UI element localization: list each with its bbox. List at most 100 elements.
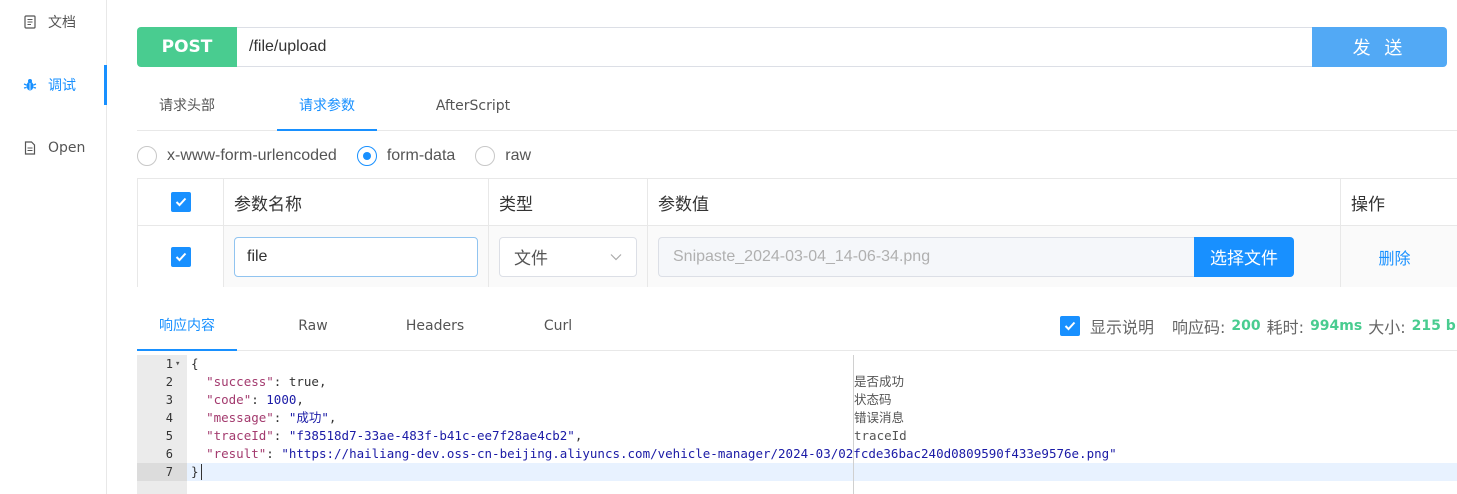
text-cursor [201, 464, 202, 480]
json-comma: , [296, 392, 304, 407]
field-description: traceId [854, 428, 907, 443]
response-code-label: 响应码: [1172, 318, 1226, 337]
radio-circle[interactable] [137, 146, 157, 166]
radio-raw[interactable]: raw [475, 146, 531, 166]
line-number: 7 [137, 463, 187, 481]
response-time-value: 994ms [1310, 318, 1363, 334]
tab-response-content[interactable]: 响应内容 [137, 304, 237, 351]
json-comma: , [318, 374, 327, 389]
line-number: 2 [165, 375, 173, 389]
sidebar-item-docs[interactable]: 文档 [0, 2, 105, 42]
request-tabs: 请求头部 请求参数 AfterScript [137, 85, 1457, 131]
json-value: true [288, 374, 319, 389]
radio-circle[interactable] [475, 146, 496, 166]
param-type-value: 文件 [514, 249, 548, 269]
json-sep: : [266, 446, 282, 461]
code-line: { [191, 355, 199, 373]
radio-form-data[interactable]: form-data [356, 146, 456, 166]
radio-label: form-data [386, 147, 456, 164]
response-tabs: 响应内容 Raw Headers Curl 显示说明 响应码: 200 耗时: … [137, 304, 1457, 351]
json-value: "https://hailiang-dev.oss-cn-beijing.ali… [281, 446, 1117, 461]
delete-link[interactable]: 删除 [1378, 245, 1410, 269]
sidebar: 文档 调试 Open [0, 0, 107, 494]
param-name-cell [224, 226, 489, 287]
tab-request-params[interactable]: 请求参数 [277, 85, 377, 131]
field-description: 状态码 [854, 392, 892, 407]
response-size-value: 215 b [1411, 318, 1456, 334]
code-line: "success": true, [191, 373, 327, 391]
header-actions: 操作 [1351, 194, 1385, 215]
tab-request-headers[interactable]: 请求头部 [137, 85, 237, 131]
show-description-label: 显示说明 [1090, 318, 1155, 337]
code-line: "code": 1000, [191, 391, 304, 409]
tab-after-script[interactable]: AfterScript [423, 85, 523, 131]
body-type-radio-group: x-www-form-urlencoded form-data raw [137, 143, 551, 169]
document-icon [23, 14, 37, 30]
api-debug-page: 文档 调试 Open POST 发 送 请求头部 请求参数 AfterScrip… [0, 0, 1457, 494]
params-table: 参数名称 类型 参数值 操作 文件 Snipaste_ [137, 178, 1457, 287]
json-sep: : [273, 410, 289, 425]
header-param-value: 参数值 [648, 179, 1341, 225]
line-number: 5 [165, 429, 173, 443]
response-size-label: 大小: [1368, 318, 1406, 337]
radio-label: x-www-form-urlencoded [167, 147, 337, 164]
json-key: "message" [206, 410, 274, 425]
line-number-gutter: 1 ▾ 2 3 4 5 6 7 [137, 355, 187, 494]
row-checkbox[interactable] [170, 246, 191, 267]
json-key: "result" [206, 446, 267, 461]
json-value: "f38518d7-33ae-483f-b41c-ee7f28ae4cb2" [288, 428, 575, 443]
table-header-row: 参数名称 类型 参数值 操作 [138, 179, 1457, 226]
sidebar-item-open[interactable]: Open [0, 128, 105, 168]
tab-headers[interactable]: Headers [385, 304, 485, 351]
fold-arrow-icon[interactable]: ▾ [175, 355, 183, 373]
sidebar-item-label: 调试 [48, 78, 76, 94]
radio-label: raw [505, 147, 532, 164]
field-description: 错误消息 [854, 410, 905, 425]
file-icon [23, 140, 37, 156]
code-line: "result": "https://hailiang-dev.oss-cn-b… [191, 445, 1117, 463]
code-line: "traceId": "f38518d7-33ae-483f-b41c-ee7f… [191, 427, 582, 445]
actions-cell: 删除 [1341, 226, 1457, 287]
sidebar-item-label: Open [48, 140, 86, 156]
close-brace: } [191, 464, 199, 479]
line-number: 4 [165, 411, 173, 425]
check-icon [175, 197, 186, 207]
line-number: 6 [165, 447, 173, 461]
line-number: 3 [165, 393, 173, 407]
file-picker: Snipaste_2024-03-04_14-06-34.png 选择文件 [658, 236, 1294, 277]
tab-raw[interactable]: Raw [263, 304, 363, 351]
table-row: 文件 Snipaste_2024-03-04_14-06-34.png 选择文件… [138, 226, 1457, 287]
code-line: } [191, 463, 199, 481]
param-value-cell: Snipaste_2024-03-04_14-06-34.png 选择文件 [648, 226, 1341, 287]
open-brace: { [191, 356, 199, 371]
field-description: 是否成功 [854, 374, 905, 389]
response-time-label: 耗时: [1266, 318, 1305, 337]
http-method-badge[interactable]: POST [137, 27, 237, 67]
row-select-cell [138, 226, 224, 287]
code-content: { "success": true, "code": 1000, "messag… [191, 355, 1457, 494]
show-description-checkbox[interactable] [1060, 316, 1080, 336]
check-icon [175, 252, 186, 261]
header-param-type: 类型 [489, 179, 648, 225]
choose-file-button[interactable]: 选择文件 [1194, 236, 1294, 277]
json-key: "success" [206, 374, 274, 389]
url-input[interactable] [237, 27, 1312, 67]
chevron-down-icon [610, 253, 622, 260]
response-code-value: 200 [1231, 318, 1261, 334]
radio-urlencoded[interactable]: x-www-form-urlencoded [137, 146, 337, 166]
header-param-name: 参数名称 [224, 179, 489, 225]
request-url-bar: POST 发 送 [137, 27, 1447, 67]
param-name-input[interactable] [234, 236, 478, 277]
select-all-cell [138, 179, 224, 225]
tab-curl[interactable]: Curl [508, 304, 608, 351]
sidebar-item-debug[interactable]: 调试 [0, 65, 107, 105]
json-value: "成功" [288, 410, 329, 425]
select-all-checkbox[interactable] [170, 192, 191, 212]
response-editor[interactable]: 1 ▾ 2 3 4 5 6 7 { "success": true, "code… [137, 355, 1457, 494]
json-sep: : [273, 428, 289, 443]
send-button[interactable]: 发 送 [1312, 27, 1447, 67]
json-value: 1000 [266, 392, 297, 407]
json-sep: : [251, 392, 267, 407]
radio-circle[interactable] [356, 146, 377, 166]
param-type-select[interactable]: 文件 [499, 236, 637, 277]
